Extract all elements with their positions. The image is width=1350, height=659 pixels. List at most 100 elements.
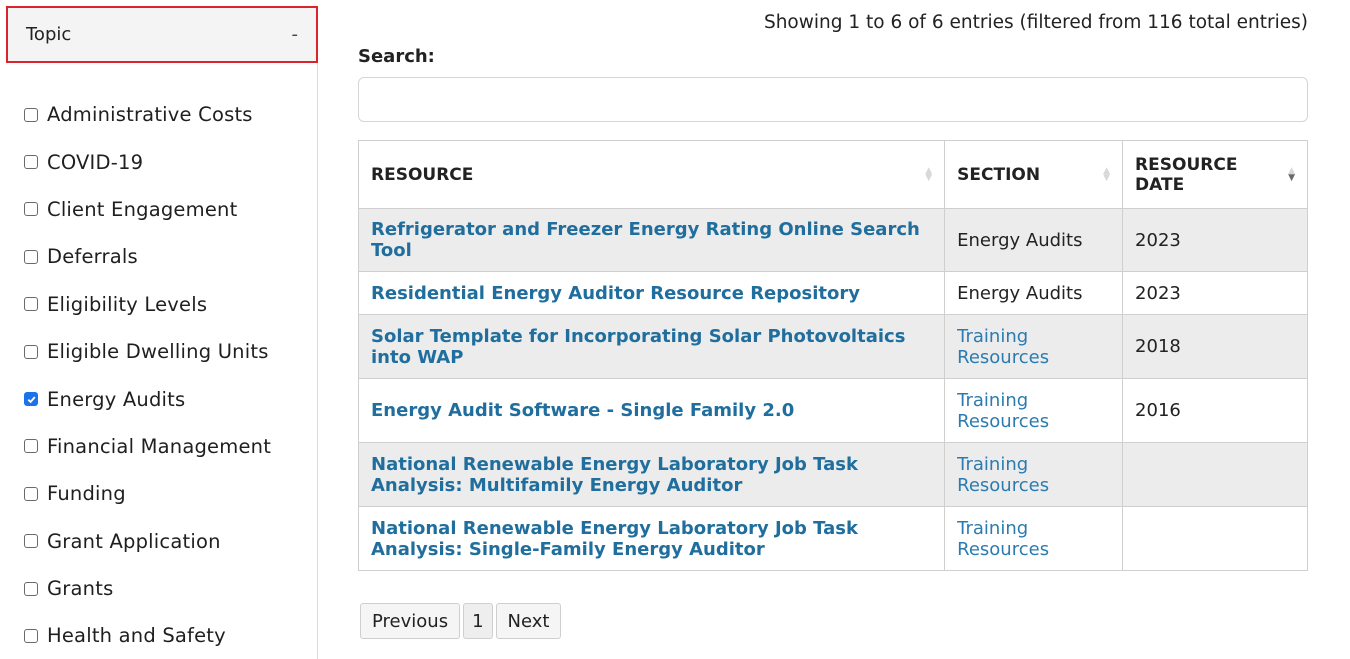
resource-link[interactable]: Residential Energy Auditor Resource Repo…: [371, 283, 860, 304]
table-body: Refrigerator and Freezer Energy Rating O…: [357, 208, 1308, 571]
checkbox-icon[interactable]: [24, 155, 38, 170]
topic-filter-item[interactable]: COVID-19: [24, 138, 271, 185]
resource-date-cell: 2023: [1122, 208, 1308, 272]
topic-header-label: Topic: [26, 24, 72, 45]
section-cell: Training Resources: [944, 314, 1124, 379]
section-cell: Training Resources: [944, 506, 1124, 571]
topic-filter-label: Energy Audits: [47, 387, 186, 411]
resource-date-cell: 2023: [1122, 271, 1308, 315]
topic-filter-label: Grant Application: [47, 529, 221, 553]
topic-filter-label: Eligible Dwelling Units: [47, 340, 269, 364]
resource-date-cell: [1122, 506, 1308, 571]
checkbox-icon[interactable]: [24, 628, 38, 643]
sort-icon: ▲ ▼: [925, 165, 933, 183]
resource-cell: Residential Energy Auditor Resource Repo…: [357, 271, 946, 315]
column-header-label: RESOURCE DATE: [1135, 154, 1238, 195]
topic-filter-label: Financial Management: [47, 434, 272, 458]
resource-cell: Energy Audit Software - Single Family 2.…: [357, 378, 946, 443]
topic-filter-item[interactable]: Eligibility Levels: [24, 281, 271, 328]
topic-filter-label: Deferrals: [47, 245, 138, 269]
resource-link[interactable]: National Renewable Energy Laboratory Job…: [371, 454, 858, 496]
column-header-label: SECTION: [957, 164, 1041, 185]
topic-filter-label: COVID-19: [47, 150, 144, 174]
checkbox-icon[interactable]: [24, 344, 38, 359]
checkbox-icon[interactable]: [24, 534, 38, 549]
section-cell: Training Resources: [944, 442, 1124, 507]
resource-date-text: 2023: [1135, 282, 1181, 304]
topic-filter-item[interactable]: Client Engagement: [24, 186, 271, 233]
column-header-label: RESOURCE: [371, 164, 474, 185]
section-link[interactable]: Training Resources: [957, 390, 1067, 432]
resource-date-text: 2016: [1135, 400, 1181, 421]
checkbox-icon[interactable]: [24, 581, 38, 596]
topic-filter-label: Health and Safety: [47, 624, 226, 648]
table-row: National Renewable Energy Laboratory Job…: [357, 506, 1308, 571]
topic-filter-item[interactable]: Health and Safety: [24, 612, 271, 659]
previous-page-button[interactable]: Previous: [360, 603, 461, 639]
sort-desc-icon: ▲ ▼: [1288, 165, 1295, 183]
checkbox-checked-icon[interactable]: [24, 392, 38, 407]
page-1-button[interactable]: 1: [463, 603, 493, 639]
topic-filter-item[interactable]: Energy Audits: [24, 375, 271, 422]
topic-filter-sidebar: Topic - Administrative Costs COVID-19 Clie…: [6, 6, 318, 659]
table-header-row: RESOURCE ▲ ▼ SECTION ▲ ▼ RESOURCE DATE ▲ ▼: [357, 140, 1308, 209]
resources-table: RESOURCE ▲ ▼ SECTION ▲ ▼ RESOURCE DATE ▲ ▼ …: [357, 140, 1308, 571]
topic-filter-item[interactable]: Funding: [24, 470, 271, 517]
resource-cell: Refrigerator and Freezer Energy Rating O…: [357, 208, 946, 272]
resource-cell: National Renewable Energy Laboratory Job…: [357, 506, 946, 571]
checkbox-icon[interactable]: [24, 107, 38, 122]
resource-link[interactable]: Energy Audit Software - Single Family 2.…: [371, 400, 794, 421]
resource-date-text: 2018: [1135, 336, 1181, 357]
checkbox-icon[interactable]: [24, 486, 38, 501]
topic-filter-label: Eligibility Levels: [47, 292, 208, 316]
next-page-button[interactable]: Next: [495, 603, 562, 639]
search-input[interactable]: [358, 77, 1308, 122]
topic-filter-item[interactable]: Administrative Costs: [24, 91, 271, 138]
resource-link[interactable]: National Renewable Energy Laboratory Job…: [371, 518, 858, 560]
table-row: Refrigerator and Freezer Energy Rating O…: [357, 208, 1308, 272]
table-row: Solar Template for Incorporating Solar P…: [357, 314, 1308, 379]
section-cell: Energy Audits: [944, 271, 1124, 315]
topic-filter-item[interactable]: Grants: [24, 565, 271, 612]
topic-filter-item[interactable]: Deferrals: [24, 233, 271, 280]
topic-filter-list: Administrative Costs COVID-19 Client Engag…: [24, 91, 271, 659]
search-label: Search:: [358, 46, 435, 67]
pagination: Previous 1 Next: [360, 603, 562, 639]
checkbox-icon[interactable]: [24, 297, 38, 312]
topic-filter-item[interactable]: Grant Application: [24, 518, 271, 565]
resource-link[interactable]: Solar Template for Incorporating Solar P…: [371, 326, 905, 368]
topic-filter-label: Administrative Costs: [47, 103, 253, 127]
section-cell: Energy Audits: [944, 208, 1124, 272]
resource-date-cell: 2018: [1122, 314, 1308, 379]
column-header-section[interactable]: SECTION ▲ ▼: [944, 140, 1124, 209]
topic-filter-label: Funding: [47, 482, 126, 506]
topic-filter-item[interactable]: Eligible Dwelling Units: [24, 328, 271, 375]
sort-icon: ▲ ▼: [1103, 165, 1111, 183]
resource-cell: Solar Template for Incorporating Solar P…: [357, 314, 946, 379]
table-row: Residential Energy Auditor Resource Repo…: [357, 271, 1308, 315]
table-info-text: Showing 1 to 6 of 6 entries (filtered fr…: [763, 12, 1308, 33]
collapse-toggle-icon[interactable]: -: [292, 24, 299, 45]
column-header-resource[interactable]: RESOURCE ▲ ▼: [357, 140, 946, 209]
section-link[interactable]: Training Resources: [957, 454, 1067, 496]
topic-filter-item[interactable]: Financial Management: [24, 423, 271, 470]
section-link[interactable]: Training Resources: [957, 518, 1067, 560]
section-text: Energy Audits: [957, 282, 1083, 304]
checkbox-icon[interactable]: [24, 249, 38, 264]
table-row: Energy Audit Software - Single Family 2.…: [357, 378, 1308, 443]
section-cell: Training Resources: [944, 378, 1124, 443]
resource-link[interactable]: Refrigerator and Freezer Energy Rating O…: [371, 219, 920, 261]
section-link[interactable]: Training Resources: [957, 326, 1067, 368]
resource-cell: National Renewable Energy Laboratory Job…: [357, 442, 946, 507]
column-header-resource-date[interactable]: RESOURCE DATE ▲ ▼: [1122, 140, 1308, 209]
topic-filter-header[interactable]: Topic -: [6, 6, 318, 63]
checkbox-icon[interactable]: [24, 202, 38, 217]
resource-date-cell: 2016: [1122, 378, 1308, 443]
resource-date-text: 2023: [1135, 229, 1181, 251]
topic-filter-label: Client Engagement: [47, 197, 238, 221]
topic-filter-label: Grants: [47, 577, 114, 601]
resource-date-cell: [1122, 442, 1308, 507]
table-row: National Renewable Energy Laboratory Job…: [357, 442, 1308, 507]
checkbox-icon[interactable]: [24, 439, 38, 454]
section-text: Energy Audits: [957, 229, 1083, 251]
